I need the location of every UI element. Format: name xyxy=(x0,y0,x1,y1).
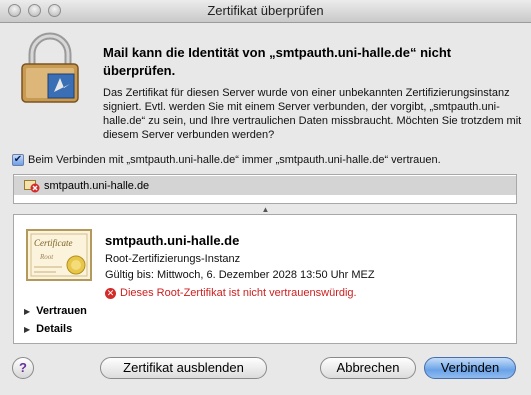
details-section-label: Details xyxy=(36,323,73,335)
connect-button[interactable]: Verbinden xyxy=(424,357,516,379)
disclosure-triangle-icon[interactable]: ▶ xyxy=(24,325,30,334)
trust-disclosure[interactable]: ▶ Vertrauen xyxy=(24,305,87,317)
certificate-chain-list[interactable]: smtpauth.uni-halle.de xyxy=(13,174,517,204)
lock-certificate-icon xyxy=(21,32,79,103)
hide-certificate-button[interactable]: Zertifikat ausblenden xyxy=(100,357,267,379)
certificate-image-subtitle: Root xyxy=(39,253,54,261)
split-view-handle[interactable]: ▲ xyxy=(0,206,531,214)
trust-section-label: Vertrauen xyxy=(36,305,87,317)
dialog-heading: Mail kann die Identität von „smtpauth.un… xyxy=(103,45,452,78)
certificate-image-icon: Certificate Root xyxy=(26,229,92,281)
dialog-description: Das Zertifikat für diesen Server wurde v… xyxy=(103,87,522,141)
always-trust-label: Beim Verbinden mit „smtpauth.uni-halle.d… xyxy=(28,154,441,166)
always-trust-row[interactable]: ✔ Beim Verbinden mit „smtpauth.uni-halle… xyxy=(12,152,522,168)
certificate-error-text: Dieses Root-Zertifikat ist nicht vertrau… xyxy=(120,287,357,299)
chain-item-label: smtpauth.uni-halle.de xyxy=(44,179,150,192)
certificate-error: ✕ Dieses Root-Zertifikat ist nicht vertr… xyxy=(105,287,357,299)
certificate-name: smtpauth.uni-halle.de xyxy=(105,233,240,248)
window-title: Zertifikat überprüfen xyxy=(207,3,324,18)
certificate-validity: Gültig bis: Mittwoch, 6. Dezember 2028 1… xyxy=(105,269,375,281)
chain-item[interactable]: smtpauth.uni-halle.de xyxy=(14,176,516,195)
certificate-details-panel: Certificate Root smtpauth.uni-halle.de R… xyxy=(13,214,517,344)
certificate-image-title: Certificate xyxy=(34,238,73,248)
cancel-button[interactable]: Abbrechen xyxy=(320,357,416,379)
help-button[interactable]: ? xyxy=(12,357,34,379)
certificate-type: Root-Zertifizierungs-Instanz xyxy=(105,253,241,265)
details-disclosure[interactable]: ▶ Details xyxy=(24,323,72,335)
error-icon: ✕ xyxy=(105,287,116,299)
certificate-error-icon xyxy=(24,179,40,192)
disclosure-triangle-icon[interactable]: ▶ xyxy=(24,307,30,316)
always-trust-checkbox[interactable]: ✔ xyxy=(12,154,24,166)
title-bar: Zertifikat überprüfen xyxy=(0,0,531,23)
